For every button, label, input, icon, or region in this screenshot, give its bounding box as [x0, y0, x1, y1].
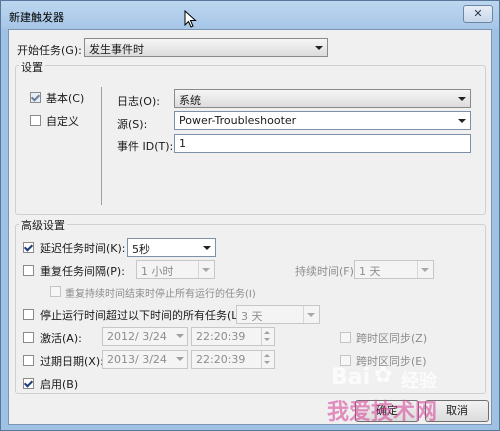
repeat-interval-value: 1 小时	[141, 265, 174, 278]
stop-longer-label: 停止运行时间超过以下时间的所有任务(L):	[40, 309, 246, 322]
repeat-task-checkbox[interactable]	[23, 265, 34, 276]
activate-label: 激活(A):	[40, 332, 82, 345]
expire-date-picker[interactable]: 2013/ 3/24	[102, 350, 188, 369]
stop-at-end-label: 重复持续时间结束时停止所有运行的任务(I)	[65, 289, 256, 300]
log-dropdown[interactable]: 系统	[174, 89, 471, 108]
custom-option-label: 自定义	[46, 115, 79, 128]
basic-option-checkbox[interactable]	[30, 92, 41, 103]
source-label: 源(S):	[117, 118, 148, 131]
activate-time-value: 22:20:39	[196, 330, 246, 343]
enabled-checkbox[interactable]	[23, 378, 34, 389]
repeat-interval-dropdown[interactable]: 1 小时	[136, 260, 215, 279]
close-icon: ✕	[473, 7, 483, 20]
settings-group-title: 设置	[19, 59, 45, 75]
calendar-dropdown-icon	[176, 334, 184, 338]
activate-date-value: 2012/ 3/24	[107, 330, 167, 343]
custom-option-checkbox[interactable]	[30, 115, 41, 126]
chevron-down-icon	[458, 119, 466, 123]
event-id-input[interactable]: 1	[174, 134, 471, 153]
spinner-icon	[261, 351, 274, 368]
duration-label: 持续时间(F):	[295, 265, 358, 278]
delay-task-label: 延迟任务时间(K):	[40, 242, 126, 255]
dialog-window: 新建触发器 ✕ 开始任务(G): 发生事件时 设置 基本(C) 自定义 日志(O…	[0, 0, 500, 431]
chevron-down-icon	[202, 268, 210, 272]
delay-task-dropdown[interactable]: 5秒	[127, 238, 216, 257]
begin-task-label: 开始任务(G):	[17, 44, 82, 57]
stop-longer-dropdown[interactable]: 3 天	[236, 305, 320, 324]
expire-label: 过期日期(X):	[40, 355, 104, 368]
chevron-down-icon	[458, 97, 466, 101]
event-id-label: 事件 ID(T):	[117, 140, 174, 153]
watermark-brand-suffix: 经验	[401, 371, 437, 392]
advanced-settings-title: 高级设置	[19, 217, 67, 233]
expire-date-value: 2013/ 3/24	[107, 353, 167, 366]
dialog-body: 开始任务(G): 发生事件时 设置 基本(C) 自定义 日志(O): 系统 源(…	[8, 29, 492, 425]
combo-divider	[198, 261, 199, 278]
spinner-icon	[261, 328, 274, 345]
activate-sync-checkbox[interactable]	[340, 332, 351, 343]
calendar-dropdown-icon	[176, 357, 184, 361]
chevron-down-icon	[307, 313, 315, 317]
enabled-label: 启用(B)	[40, 378, 79, 391]
chevron-down-icon	[315, 46, 323, 50]
duration-value: 1 天	[359, 265, 381, 278]
source-value: Power-Troubleshooter	[179, 114, 297, 127]
close-button[interactable]: ✕	[463, 5, 493, 23]
combo-divider	[417, 261, 418, 278]
activate-sync-label: 跨时区同步(Z)	[356, 332, 428, 345]
log-label: 日志(O):	[117, 95, 160, 108]
begin-task-value: 发生事件时	[89, 43, 144, 56]
stop-longer-checkbox[interactable]	[23, 309, 34, 320]
mouse-pointer-icon	[184, 10, 197, 28]
expire-time-picker[interactable]: 22:20:39	[191, 350, 275, 369]
log-value: 系统	[179, 94, 201, 107]
watermark-brand: Bai	[331, 365, 371, 390]
stop-at-end-checkbox[interactable]	[50, 286, 61, 297]
stop-longer-value: 3 天	[241, 310, 263, 323]
activate-checkbox[interactable]	[23, 332, 34, 343]
watermark-site: 我爱技术网	[327, 400, 438, 425]
expire-time-value: 22:20:39	[196, 353, 246, 366]
delay-task-checkbox[interactable]	[23, 242, 34, 253]
begin-task-dropdown[interactable]: 发生事件时	[84, 38, 328, 57]
source-dropdown[interactable]: Power-Troubleshooter	[174, 111, 471, 130]
repeat-task-label: 重复任务间隔(P):	[40, 265, 125, 278]
chevron-down-icon	[421, 268, 429, 272]
delay-task-value: 5秒	[132, 243, 150, 256]
chevron-down-icon	[203, 246, 211, 250]
basic-option-label: 基本(C)	[46, 92, 85, 105]
duration-dropdown[interactable]: 1 天	[354, 260, 434, 279]
combo-divider	[303, 306, 304, 323]
activate-date-picker[interactable]: 2012/ 3/24	[102, 327, 188, 346]
expire-checkbox[interactable]	[23, 355, 34, 366]
event-id-value: 1	[179, 137, 186, 150]
watermark-paw-icon: ✿	[374, 363, 393, 388]
title-bar[interactable]: 新建触发器 ✕	[1, 1, 499, 29]
window-title: 新建触发器	[9, 11, 64, 24]
activate-time-picker[interactable]: 22:20:39	[191, 327, 275, 346]
settings-divider	[101, 87, 102, 205]
